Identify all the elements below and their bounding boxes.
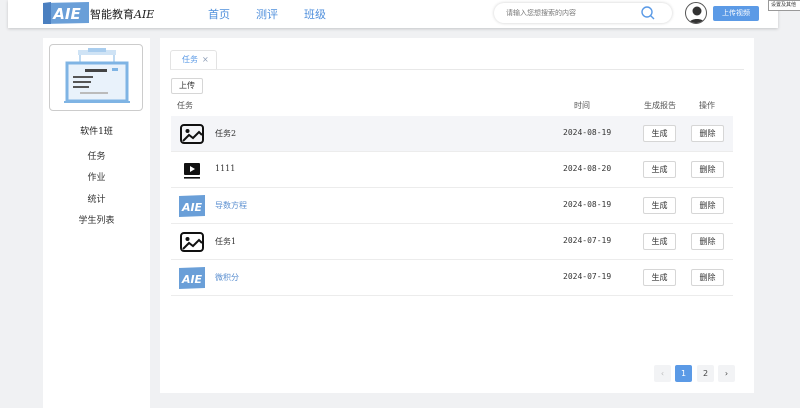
generate-report-button[interactable]: 生成 — [643, 269, 676, 286]
upload-video-button[interactable]: 上传视频 — [713, 6, 759, 21]
user-avatar[interactable] — [685, 2, 707, 24]
tab-close-icon[interactable]: × — [202, 51, 209, 69]
user-icon — [688, 6, 706, 23]
generate-report-button[interactable]: 生成 — [643, 197, 676, 214]
task-date: 2024-07-19 — [563, 272, 612, 281]
delete-button[interactable]: 删除 — [691, 125, 724, 142]
class-cover-image[interactable] — [49, 44, 143, 111]
aie-logo-icon: AIE — [179, 195, 205, 217]
nav-home[interactable]: 首页 — [208, 6, 230, 22]
column-header-task: 任务 — [177, 101, 193, 110]
image-icon — [180, 124, 204, 144]
pagination-page-1[interactable]: 1 — [675, 365, 692, 382]
sidebar: 软件1班 任务 作业 统计 学生列表 — [43, 38, 150, 408]
task-name: 任务2 — [215, 129, 237, 138]
delete-button[interactable]: 删除 — [691, 269, 724, 286]
task-date: 2024-07-19 — [563, 236, 612, 245]
table-row[interactable]: AIE 微积分 2024-07-19 生成 删除 — [171, 260, 733, 296]
delete-button[interactable]: 删除 — [691, 197, 724, 214]
sidebar-item-statistics[interactable]: 统计 — [43, 192, 150, 205]
brand-suffix: AIE — [134, 8, 155, 21]
column-header-action: 操作 — [699, 101, 715, 110]
row-logo-text: AIE — [181, 201, 203, 214]
aie-logo-icon: AIE — [179, 267, 205, 289]
task-name-link[interactable]: 微积分 — [215, 272, 239, 283]
class-name: 软件1班 — [80, 127, 113, 137]
brand-title: 智能教育AIE — [90, 6, 154, 22]
generate-report-button[interactable]: 生成 — [643, 125, 676, 142]
nav-class[interactable]: 班级 — [304, 6, 326, 22]
delete-button[interactable]: 删除 — [691, 233, 724, 250]
sidebar-item-tasks[interactable]: 任务 — [43, 149, 150, 162]
main-panel: 任务 × 上传 任务 时间 生成报告 操作 任务2 2024-08-19 生成 … — [160, 38, 754, 393]
table-row[interactable]: 任务1 2024-07-19 生成 删除 — [171, 224, 733, 260]
sidebar-item-homework[interactable]: 作业 — [43, 170, 150, 183]
pagination-prev-button[interactable]: ‹ — [654, 365, 671, 382]
row-logo-text: AIE — [181, 273, 203, 286]
pagination-next-button[interactable]: › — [718, 365, 735, 382]
generate-report-button[interactable]: 生成 — [643, 161, 676, 178]
tab-tasks[interactable]: 任务 × — [170, 50, 217, 70]
logo-text: AIE — [52, 5, 81, 23]
upload-button[interactable]: 上传 — [171, 78, 203, 94]
delete-button[interactable]: 删除 — [691, 161, 724, 178]
task-date: 2024-08-19 — [563, 200, 612, 209]
generate-report-button[interactable]: 生成 — [643, 233, 676, 250]
table-row[interactable]: 任务2 2024-08-19 生成 删除 — [171, 116, 733, 152]
task-date: 2024-08-19 — [563, 128, 612, 137]
task-name: 1111 — [215, 164, 236, 173]
sidebar-item-student-list[interactable]: 学生列表 — [43, 213, 150, 226]
task-name: 任务1 — [215, 237, 237, 246]
settings-tooltip: 设置及其他 — [768, 0, 800, 11]
search-box — [494, 3, 672, 23]
task-date: 2024-08-20 — [563, 164, 612, 173]
table-row[interactable]: AIE 导数方程 2024-08-19 生成 删除 — [171, 188, 733, 224]
search-input[interactable] — [506, 6, 636, 20]
nav-assessment[interactable]: 测评 — [256, 6, 278, 22]
column-header-time: 时间 — [574, 101, 590, 110]
tab-divider — [170, 69, 744, 70]
table-row[interactable]: 1111 2024-08-20 生成 删除 — [171, 152, 733, 188]
pagination-page-2[interactable]: 2 — [697, 365, 714, 382]
task-name-link[interactable]: 导数方程 — [215, 200, 247, 211]
column-header-report: 生成报告 — [644, 101, 676, 110]
aie-logo-icon[interactable]: AIE — [43, 2, 89, 24]
class-cover-illustration — [64, 48, 130, 103]
video-icon — [184, 163, 200, 179]
top-header: AIE 智能教育AIE 首页 测评 班级 上传视频 — [8, 0, 778, 28]
tab-label: 任务 — [182, 55, 198, 64]
brand-prefix: 智能教育 — [90, 8, 134, 21]
search-icon[interactable] — [640, 5, 656, 21]
image-icon — [180, 232, 204, 252]
